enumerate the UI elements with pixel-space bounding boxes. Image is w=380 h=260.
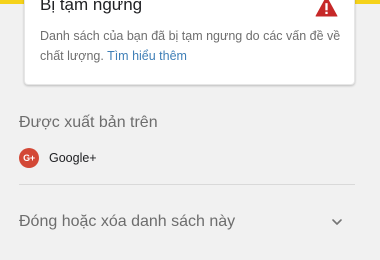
- published-item-label: Google+: [49, 151, 97, 165]
- warning-triangle-icon: [315, 0, 338, 17]
- google-plus-icon: G+: [19, 148, 39, 168]
- published-item-google-plus[interactable]: G+ Google+: [19, 147, 97, 169]
- section-divider: [19, 184, 355, 185]
- close-or-delete-expander[interactable]: Đóng hoặc xóa danh sách này: [19, 209, 355, 235]
- chevron-down-icon: [332, 219, 342, 225]
- warning-title: Bị tạm ngưng: [40, 0, 143, 14]
- suspension-warning-card: Bị tạm ngưng Danh sách của bạn đã bị tạm…: [24, 0, 355, 85]
- page: Bị tạm ngưng Danh sách của bạn đã bị tạm…: [0, 0, 380, 260]
- published-on-heading: Được xuất bản trên: [19, 114, 158, 131]
- warning-description: Danh sách của bạn đã bị tạm ngưng do các…: [40, 26, 345, 66]
- close-or-delete-label: Đóng hoặc xóa danh sách này: [19, 213, 236, 230]
- warning-description-text: Danh sách của bạn đã bị tạm ngưng do các…: [40, 29, 341, 63]
- learn-more-link[interactable]: Tìm hiểu thêm: [107, 49, 187, 63]
